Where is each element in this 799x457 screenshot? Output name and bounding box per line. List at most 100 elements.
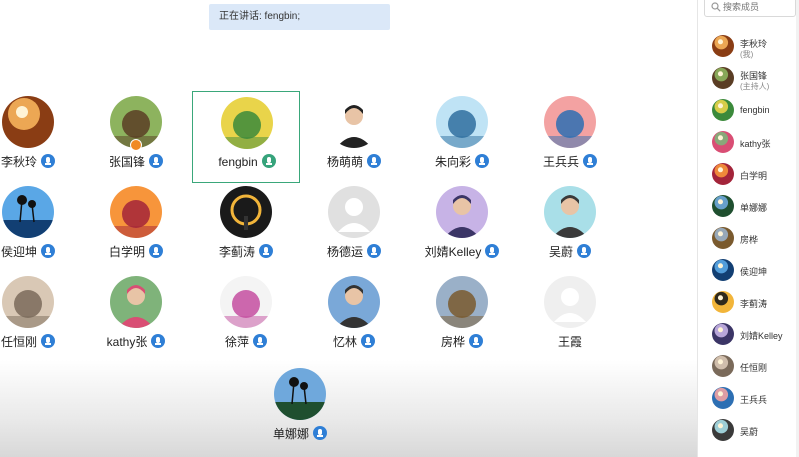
participant-tile[interactable]: 侯迎坤 bbox=[0, 181, 82, 273]
microphone-icon[interactable] bbox=[485, 244, 500, 258]
participant-name-line: 王霞 bbox=[516, 333, 624, 350]
microphone-icon[interactable] bbox=[261, 154, 276, 168]
participant-avatar bbox=[544, 186, 596, 238]
member-avatar bbox=[712, 99, 734, 121]
microphone-icon[interactable] bbox=[361, 334, 375, 348]
participant-tile[interactable]: 白学明 bbox=[82, 181, 190, 273]
participant-avatar bbox=[436, 96, 488, 148]
member-name: 李蓟涛 bbox=[740, 299, 768, 309]
member-search-input[interactable] bbox=[723, 0, 793, 15]
participant-name: 徐萍 bbox=[224, 335, 249, 349]
search-icon bbox=[711, 2, 721, 12]
member-list-item[interactable]: 白学明 bbox=[698, 161, 799, 191]
participant-name: kathy张 bbox=[106, 335, 148, 349]
member-list-item[interactable]: 单娜娜 bbox=[698, 193, 799, 223]
member-avatar bbox=[712, 323, 734, 345]
participant-name: 杨萌萌 bbox=[326, 155, 363, 169]
microphone-icon[interactable] bbox=[41, 334, 55, 348]
participant-tile[interactable]: 王霞 bbox=[516, 271, 624, 363]
member-name: 房桦 bbox=[740, 235, 759, 245]
member-name: 吴蔚 bbox=[740, 427, 759, 437]
participant-tile[interactable]: 李秋玲 bbox=[0, 91, 82, 183]
participant-tile[interactable]: 杨萌萌 bbox=[300, 91, 408, 183]
member-name: 白学明 bbox=[740, 171, 768, 181]
participant-avatar bbox=[436, 186, 488, 238]
participant-name-line: 杨萌萌 bbox=[300, 153, 408, 170]
participant-tile[interactable]: 徐萍 bbox=[192, 271, 300, 363]
member-avatar bbox=[712, 419, 734, 441]
participant-tile[interactable]: 吴蔚 bbox=[516, 181, 624, 273]
participant-name: 王兵兵 bbox=[542, 155, 579, 169]
participant-name-line: 侯迎坤 bbox=[0, 243, 82, 260]
participant-tile[interactable]: 房桦 bbox=[408, 271, 516, 363]
participant-tile[interactable]: 李蓟涛 bbox=[192, 181, 300, 273]
participant-avatar bbox=[110, 276, 162, 328]
participant-avatar bbox=[2, 276, 54, 328]
microphone-icon[interactable] bbox=[151, 334, 166, 348]
member-list-item[interactable]: 刘婧Kelley bbox=[698, 321, 799, 351]
member-list-item[interactable]: 房桦 bbox=[698, 225, 799, 255]
microphone-icon[interactable] bbox=[475, 154, 489, 168]
member-name: 单娜娜 bbox=[740, 203, 768, 213]
member-role: (主持人) bbox=[740, 82, 770, 91]
participant-name: 单娜娜 bbox=[272, 427, 309, 441]
microphone-icon[interactable] bbox=[41, 154, 55, 168]
microphone-icon[interactable] bbox=[41, 244, 55, 258]
member-list-item[interactable]: 李蓟涛 bbox=[698, 289, 799, 319]
participant-name: 李蓟涛 bbox=[218, 245, 255, 259]
microphone-icon[interactable] bbox=[577, 244, 591, 258]
participant-avatar bbox=[110, 186, 162, 238]
microphone-icon[interactable] bbox=[469, 334, 483, 348]
member-role: (我) bbox=[740, 50, 754, 59]
microphone-icon[interactable] bbox=[253, 334, 267, 348]
member-search-box[interactable] bbox=[704, 0, 796, 17]
microphone-icon[interactable] bbox=[583, 154, 597, 168]
participant-name-line: 忆林 bbox=[300, 333, 408, 350]
participant-name-line: fengbin bbox=[193, 154, 301, 169]
participant-tile[interactable]: 张国锋 bbox=[82, 91, 190, 183]
microphone-icon[interactable] bbox=[367, 244, 381, 258]
participant-tile[interactable]: 王兵兵 bbox=[516, 91, 624, 183]
participant-tile[interactable]: 杨德运 bbox=[300, 181, 408, 273]
member-avatar bbox=[712, 35, 734, 57]
participant-name: 王霞 bbox=[557, 335, 582, 349]
microphone-icon[interactable] bbox=[259, 244, 273, 258]
participant-name: 吴蔚 bbox=[548, 245, 573, 259]
participant-avatar bbox=[220, 276, 272, 328]
speaking-indicator: 正在讲话: fengbin; bbox=[209, 4, 390, 30]
participant-name: 白学明 bbox=[108, 245, 145, 259]
member-list-item[interactable]: 张国锋 (主持人) bbox=[698, 65, 799, 95]
member-avatar bbox=[712, 355, 734, 377]
participant-name: 朱向彩 bbox=[434, 155, 471, 169]
member-avatar bbox=[712, 259, 734, 281]
member-list-item[interactable]: kathy张 bbox=[698, 129, 799, 159]
participant-tile[interactable]: 朱向彩 bbox=[408, 91, 516, 183]
participant-name-line: 房桦 bbox=[408, 333, 516, 350]
participant-tile[interactable]: 刘婧Kelley bbox=[408, 181, 516, 273]
microphone-icon[interactable] bbox=[367, 154, 381, 168]
member-list-item[interactable]: 王兵兵 bbox=[698, 385, 799, 415]
microphone-icon[interactable] bbox=[313, 426, 327, 440]
member-list-item[interactable]: fengbin bbox=[698, 97, 799, 127]
participant-tile[interactable]: 忆林 bbox=[300, 271, 408, 363]
member-name: 任恒刚 bbox=[740, 363, 768, 373]
participant-tile[interactable]: fengbin bbox=[192, 91, 300, 183]
microphone-icon[interactable] bbox=[149, 244, 163, 258]
member-avatar bbox=[712, 131, 734, 153]
member-avatar bbox=[712, 67, 734, 89]
microphone-icon[interactable] bbox=[149, 154, 163, 168]
member-list-item[interactable]: 李秋玲 (我) bbox=[698, 33, 799, 63]
member-list-item[interactable]: 任恒刚 bbox=[698, 353, 799, 383]
participant-tile[interactable]: 单娜娜 bbox=[246, 363, 354, 455]
participant-tile[interactable]: 任恒刚 bbox=[0, 271, 82, 363]
member-list-item[interactable]: 吴蔚 bbox=[698, 417, 799, 447]
participant-name-line: 刘婧Kelley bbox=[408, 243, 516, 260]
participant-tile[interactable]: kathy张 bbox=[82, 271, 190, 363]
member-avatar bbox=[712, 387, 734, 409]
participant-name-line: 张国锋 bbox=[82, 153, 190, 170]
member-list-item[interactable]: 侯迎坤 bbox=[698, 257, 799, 287]
participant-name: 李秋玲 bbox=[0, 155, 37, 169]
participant-avatar bbox=[544, 276, 596, 328]
participant-name: 忆林 bbox=[332, 335, 357, 349]
participant-avatar bbox=[220, 186, 272, 238]
